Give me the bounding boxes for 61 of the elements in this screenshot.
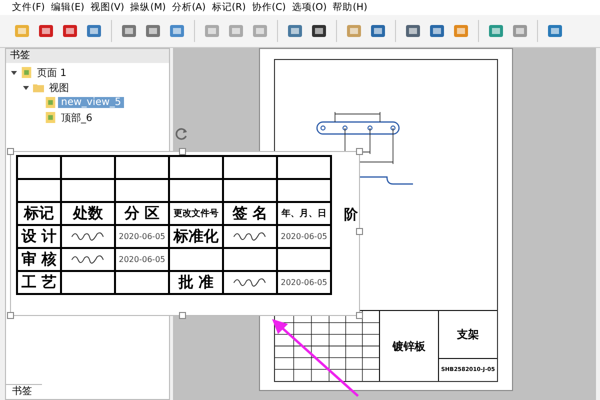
tree-item[interactable]: 页面 1 — [34, 66, 70, 80]
expand-arrow-icon[interactable] — [10, 68, 19, 76]
document-icon — [45, 112, 56, 123]
resize-handle[interactable] — [7, 312, 14, 319]
material-text: 镀锌板 — [379, 311, 438, 381]
table-cell: 更改文件号 — [169, 202, 223, 225]
table-cell: 标记 — [17, 202, 61, 225]
folder-icon — [33, 82, 44, 93]
table-cell — [223, 179, 277, 202]
bookmark-tab[interactable]: 书签 — [6, 384, 42, 399]
table-cell — [277, 179, 331, 202]
table-cell: 设 计 — [17, 225, 61, 248]
table-cell — [223, 156, 277, 179]
table-cell: 年、月、日 — [277, 202, 331, 225]
resize-handle[interactable] — [356, 228, 363, 235]
menu-item[interactable]: 标记(R) — [212, 1, 246, 14]
table-cell: 2020-06-05 — [115, 248, 169, 271]
table-cell — [61, 156, 115, 179]
table-cell: 分 区 — [115, 202, 169, 225]
table-cell: 审 核 — [17, 248, 61, 271]
table-cell: 标准化 — [169, 225, 223, 248]
menu-item[interactable]: 编辑(E) — [50, 1, 84, 14]
table-cell: 2020-06-05 — [277, 225, 331, 248]
panel-title: 书签 — [6, 49, 169, 63]
menu-item[interactable]: 选项(O) — [292, 1, 327, 14]
menu-item[interactable]: 分析(A) — [172, 1, 206, 14]
tree-item[interactable]: 顶部_6 — [58, 110, 96, 124]
tree-item[interactable]: 视图 — [46, 80, 72, 94]
resize-handle[interactable] — [179, 148, 186, 155]
resize-handle[interactable] — [356, 148, 363, 155]
table-cell — [169, 156, 223, 179]
menu-item[interactable]: 操纵(M) — [130, 1, 166, 14]
table-cell — [115, 271, 169, 294]
document-icon — [45, 97, 56, 108]
table-cell — [115, 156, 169, 179]
table-cell — [61, 179, 115, 202]
menu-item[interactable]: 文件(F) — [12, 1, 45, 14]
table-cell: 2020-06-05 — [277, 271, 331, 294]
rotate-handle-icon[interactable] — [175, 127, 189, 141]
table-cell: 批 准 — [169, 271, 223, 294]
menu-item[interactable]: 视图(V) — [90, 1, 124, 14]
table-cell — [169, 248, 223, 271]
table-cell: 阶 — [344, 206, 358, 224]
resize-handle[interactable] — [179, 312, 186, 319]
table-cell — [17, 156, 61, 179]
table-cell — [169, 179, 223, 202]
expand-arrow-icon[interactable] — [22, 84, 31, 92]
table-cell — [115, 179, 169, 202]
document-icon — [21, 67, 32, 78]
part-name-text: 支架 — [439, 311, 497, 359]
resize-handle[interactable] — [356, 312, 363, 319]
table-cell: 签 名 — [223, 202, 277, 225]
table-cell: 2020-06-05 — [115, 225, 169, 248]
table-cell: 工 艺 — [17, 271, 61, 294]
menu-item[interactable]: 协作(C) — [252, 1, 286, 14]
resize-handle[interactable] — [7, 148, 14, 155]
menu-item[interactable]: 帮助(H) — [332, 1, 368, 14]
table-cell — [277, 248, 331, 271]
table-cell — [277, 156, 331, 179]
table-cell — [17, 179, 61, 202]
table-cell: 处数 — [61, 202, 115, 225]
